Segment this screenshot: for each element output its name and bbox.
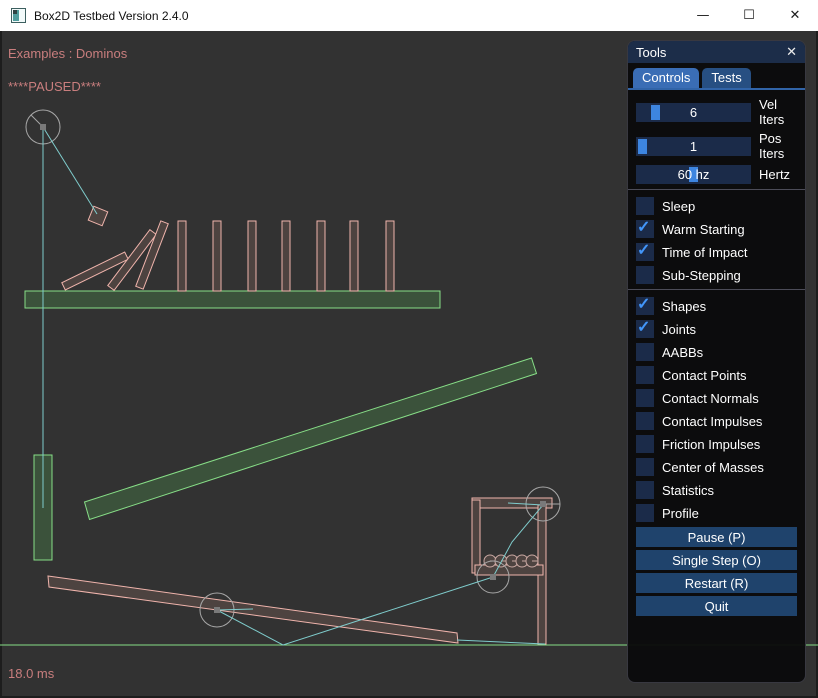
checkbox-contact-normals[interactable]: ✓ Contact Normals — [636, 389, 797, 407]
paused-status: ****PAUSED**** — [8, 79, 101, 94]
checkbox-label: Warm Starting — [662, 222, 745, 237]
tools-panel-body: Controls Tests 6 Vel Iters 1 Pos Iters 6… — [628, 63, 805, 627]
checkmark-icon: ✓ — [637, 317, 650, 337]
checkbox-aabbs[interactable]: ✓ AABBs — [636, 343, 797, 361]
checkbox-box[interactable]: ✓ — [636, 320, 654, 338]
pendulum-box — [88, 206, 108, 226]
app-icon — [11, 8, 26, 23]
checkbox-box[interactable]: ✓ — [636, 481, 654, 499]
separator — [628, 189, 805, 190]
slider-label: Pos Iters — [759, 131, 797, 161]
hertz-slider: 60 hz Hertz — [636, 165, 797, 184]
checkbox-box[interactable]: ✓ — [636, 266, 654, 284]
checkmark-icon: ✓ — [637, 294, 650, 314]
checkbox-shapes[interactable]: ✓ Shapes — [636, 297, 797, 315]
checkbox-box[interactable]: ✓ — [636, 220, 654, 238]
checkbox-warm-starting[interactable]: ✓ Warm Starting — [636, 220, 797, 238]
checkbox-label: Statistics — [662, 483, 714, 498]
single-step-o-button[interactable]: Single Step (O) — [636, 550, 797, 570]
checkbox-box[interactable]: ✓ — [636, 435, 654, 453]
tools-panel: Tools ✕ Controls Tests 6 Vel Iters 1 Pos… — [627, 40, 806, 683]
checkbox-label: Profile — [662, 506, 699, 521]
quit-button[interactable]: Quit — [636, 596, 797, 616]
checkbox-box[interactable]: ✓ — [636, 458, 654, 476]
frame-time: 18.0 ms — [8, 666, 54, 681]
checkbox-label: Friction Impulses — [662, 437, 760, 452]
dominos — [62, 221, 394, 291]
window-title: Box2D Testbed Version 2.4.0 — [34, 9, 189, 23]
domino-shelf — [25, 291, 440, 308]
joint-anchors — [40, 124, 546, 613]
slider-rows: 6 Vel Iters 1 Pos Iters 60 hz Hertz — [636, 97, 797, 184]
vel-iters-slider: 6 Vel Iters — [636, 97, 797, 127]
checkbox-contact-points[interactable]: ✓ Contact Points — [636, 366, 797, 384]
checkbox-box[interactable]: ✓ — [636, 297, 654, 315]
checkbox-label: Center of Masses — [662, 460, 764, 475]
angled-plank — [85, 358, 537, 520]
checkbox-label: Contact Impulses — [662, 414, 762, 429]
checkbox-center-of-masses[interactable]: ✓ Center of Masses — [636, 458, 797, 476]
restart-r-button[interactable]: Restart (R) — [636, 573, 797, 593]
checkbox-box[interactable]: ✓ — [636, 243, 654, 261]
checkbox-time-of-impact[interactable]: ✓ Time of Impact — [636, 243, 797, 261]
checkbox-sleep[interactable]: ✓ Sleep — [636, 197, 797, 215]
checkbox-friction-impulses[interactable]: ✓ Friction Impulses — [636, 435, 797, 453]
checkbox-rows: ✓ Sleep ✓ Warm Starting ✓ Time of Impact… — [636, 197, 797, 522]
maximize-button[interactable]: ☐ — [726, 0, 772, 31]
checkbox-joints[interactable]: ✓ Joints — [636, 320, 797, 338]
tabbar: Controls Tests — [628, 68, 805, 90]
close-button[interactable]: ✕ — [772, 0, 818, 31]
slider-value: 1 — [636, 137, 751, 156]
checkmark-icon: ✓ — [637, 240, 650, 260]
frame-structure — [472, 498, 552, 644]
checkbox-box[interactable]: ✓ — [636, 389, 654, 407]
tools-panel-title: Tools — [636, 45, 666, 60]
slider-label: Vel Iters — [759, 97, 797, 127]
separator — [628, 289, 805, 290]
checkbox-box[interactable]: ✓ — [636, 343, 654, 361]
checkbox-profile[interactable]: ✓ Profile — [636, 504, 797, 522]
minimize-button[interactable]: — — [680, 0, 726, 31]
checkbox-label: Joints — [662, 322, 696, 337]
pos-iters-slider: 1 Pos Iters — [636, 131, 797, 161]
checkbox-label: Contact Normals — [662, 391, 759, 406]
slider-value: 6 — [636, 103, 751, 122]
window-titlebar: Box2D Testbed Version 2.4.0 — ☐ ✕ — [0, 0, 818, 31]
checkbox-label: Sleep — [662, 199, 695, 214]
checkbox-box[interactable]: ✓ — [636, 197, 654, 215]
slider-label: Hertz — [759, 167, 790, 182]
checkbox-label: AABBs — [662, 345, 703, 360]
checkbox-label: Shapes — [662, 299, 706, 314]
slider-value: 60 hz — [636, 165, 751, 184]
example-title: Examples : Dominos — [8, 46, 127, 61]
checkbox-box[interactable]: ✓ — [636, 412, 654, 430]
checkbox-contact-impulses[interactable]: ✓ Contact Impulses — [636, 412, 797, 430]
button-rows: Pause (P) Single Step (O) Restart (R) Qu… — [636, 527, 797, 616]
tab-controls[interactable]: Controls — [633, 68, 699, 88]
checkbox-label: Sub-Stepping — [662, 268, 741, 283]
window-controls: — ☐ ✕ — [680, 0, 818, 31]
checkbox-label: Time of Impact — [662, 245, 747, 260]
checkbox-box[interactable]: ✓ — [636, 504, 654, 522]
checkmark-icon: ✓ — [637, 217, 650, 237]
pause-p-button[interactable]: Pause (P) — [636, 527, 797, 547]
checkbox-statistics[interactable]: ✓ Statistics — [636, 481, 797, 499]
tools-panel-titlebar[interactable]: Tools ✕ — [628, 41, 805, 63]
checkbox-label: Contact Points — [662, 368, 747, 383]
tab-tests[interactable]: Tests — [702, 68, 750, 88]
checkbox-box[interactable]: ✓ — [636, 366, 654, 384]
checkbox-sub-stepping[interactable]: ✓ Sub-Stepping — [636, 266, 797, 284]
panel-close-icon[interactable]: ✕ — [786, 45, 797, 60]
